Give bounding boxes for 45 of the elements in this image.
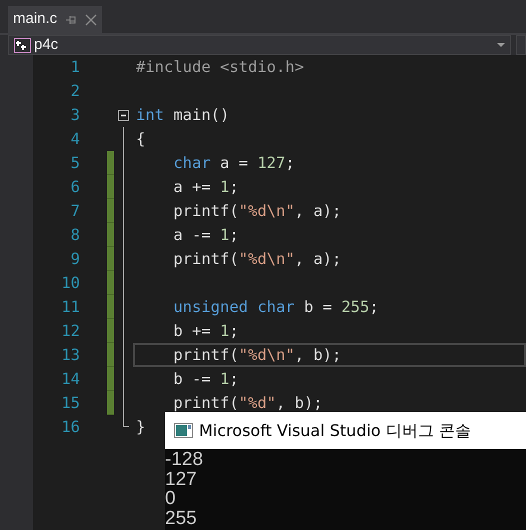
- line-number: 4: [70, 129, 80, 150]
- output-line: 255: [165, 508, 197, 528]
- code-line: printf("%d\n", a);: [172, 251, 342, 267]
- scope-label: p4c: [34, 34, 60, 55]
- line-number: 8: [70, 225, 80, 246]
- project-icon: [14, 38, 31, 52]
- line-number: 15: [60, 393, 80, 414]
- file-tab[interactable]: main.c: [8, 6, 102, 33]
- line-number: 12: [60, 321, 80, 342]
- code-line: printf("%d", b);: [172, 395, 323, 411]
- line-number: 16: [60, 417, 80, 438]
- line-number: 9: [70, 249, 80, 270]
- line-number: 2: [70, 81, 80, 102]
- code-line: a += 1;: [172, 179, 239, 195]
- code-line: #include <stdio.h>: [136, 59, 304, 75]
- code-line: }: [136, 419, 146, 435]
- code-line: printf("%d\n", a);: [172, 203, 342, 219]
- collapse-icon[interactable]: [118, 110, 129, 120]
- tab-title: main.c: [13, 9, 58, 30]
- scope-dropdown[interactable]: p4c: [8, 35, 511, 55]
- line-number: 11: [60, 297, 80, 318]
- code-line: int main(): [136, 107, 230, 123]
- console-title: Microsoft Visual Studio 디버그 콘솔: [199, 420, 471, 442]
- code-line: b -= 1;: [172, 371, 239, 387]
- code-line: b += 1;: [172, 323, 239, 339]
- line-number: 13: [60, 345, 80, 366]
- line-number: 1: [70, 57, 80, 78]
- line-number: 6: [70, 177, 80, 198]
- output-line: 127: [165, 470, 197, 489]
- line-number: 5: [70, 153, 80, 174]
- code-line: unsigned char b = 255;: [172, 299, 379, 315]
- line-number: 14: [60, 369, 80, 390]
- output-line: 0: [165, 489, 176, 508]
- code-line: char a = 127;: [172, 155, 295, 171]
- caret-icon: [497, 43, 505, 47]
- line-number: 7: [70, 201, 80, 222]
- code-line: printf("%d\n", b);: [172, 347, 342, 363]
- code-line: {: [136, 131, 146, 147]
- pin-icon[interactable]: [65, 14, 78, 24]
- line-number: 10: [60, 273, 80, 294]
- code-line: a -= 1;: [172, 227, 239, 243]
- close-icon[interactable]: [85, 14, 98, 26]
- line-number: 3: [70, 105, 80, 126]
- console-icon: [174, 423, 193, 438]
- output-line: -128: [165, 450, 204, 470]
